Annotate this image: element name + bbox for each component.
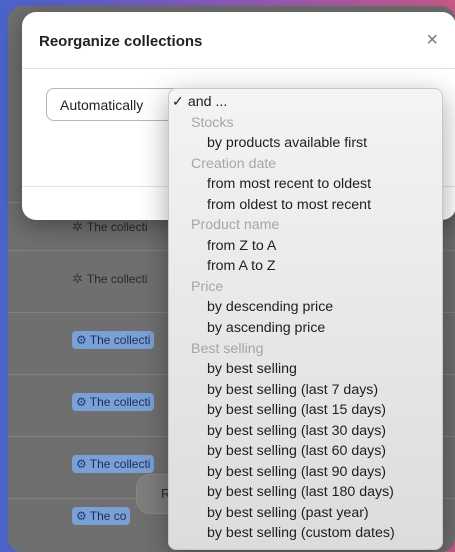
menu-item[interactable]: from most recent to oldest — [169, 174, 442, 195]
sparkle-icon: ✲ — [72, 219, 83, 234]
sort-order-dropdown: ✓ and ... Stocks by products available fir… — [168, 88, 443, 550]
menu-section-header: Stocks — [191, 114, 234, 131]
menu-item[interactable]: by best selling (last 15 days) — [169, 400, 442, 421]
menu-item[interactable]: by best selling (custom dates) — [169, 523, 442, 544]
list-item-label: The co — [89, 509, 127, 523]
menu-item[interactable]: by descending price — [169, 297, 442, 318]
close-icon[interactable]: × — [426, 30, 438, 50]
menu-item[interactable]: from oldest to most recent — [169, 195, 442, 216]
list-item-label: The collecti — [89, 457, 151, 471]
menu-item[interactable]: from A to Z — [169, 256, 442, 277]
list-item-label: The collecti — [89, 395, 151, 409]
gear-icon: ⚙ — [76, 509, 87, 523]
sparkle-icon: ✲ — [72, 271, 83, 286]
menu-item-selected[interactable]: ✓ and ... — [169, 92, 442, 113]
gear-icon: ⚙ — [76, 395, 87, 409]
menu-item[interactable]: by best selling (last 60 days) — [169, 441, 442, 462]
menu-item[interactable]: by best selling (last 7 days) — [169, 380, 442, 401]
list-item-label: The collecti — [89, 333, 151, 347]
divider — [22, 68, 455, 69]
modal-title: Reorganize collections — [39, 33, 203, 50]
menu-section-header: Price — [191, 278, 224, 295]
menu-item[interactable]: from Z to A — [169, 236, 442, 257]
menu-item[interactable]: by ascending price — [169, 318, 442, 339]
gear-icon: ⚙ — [76, 333, 87, 347]
menu-item[interactable]: by best selling (last 180 days) — [169, 482, 442, 503]
list-item-label: The collecti — [86, 220, 148, 234]
menu-section-header: Product name — [191, 217, 280, 234]
sort-mode-value: Automatically — [60, 97, 144, 113]
menu-item[interactable]: by best selling (past year) — [169, 503, 442, 524]
menu-section-header: Best selling — [191, 340, 264, 357]
gear-icon: ⚙ — [76, 457, 87, 471]
menu-item[interactable]: by best selling — [169, 359, 442, 380]
menu-item[interactable]: by best selling (last 30 days) — [169, 421, 442, 442]
menu-item[interactable]: by products available first — [169, 133, 442, 154]
menu-section-header: Creation date — [191, 155, 277, 172]
list-item-label: The collecti — [86, 272, 148, 286]
menu-item[interactable]: by best selling (last 90 days) — [169, 462, 442, 483]
